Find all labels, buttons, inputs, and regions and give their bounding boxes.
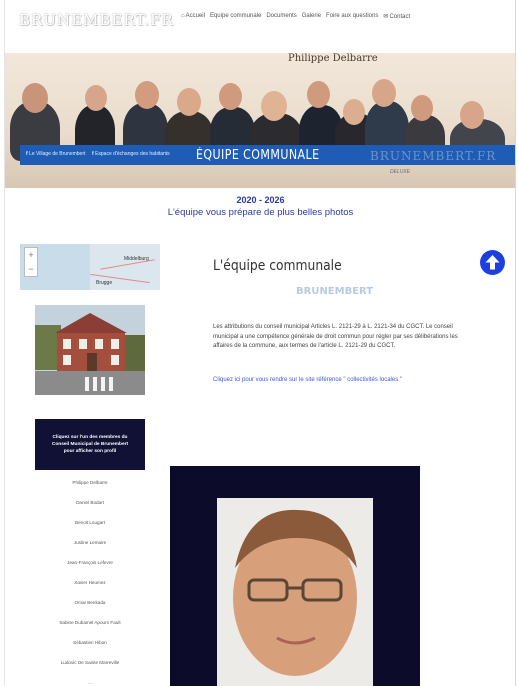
nav-item-equipe-communale[interactable]: Equipe communale [210,13,261,20]
banner-link-label: Le Village de Brunembert [29,151,86,157]
member-link[interactable]: Omar Benkada [35,600,145,621]
banner-watermark: BRUNEMBERT.FR [370,149,497,163]
banner-link-echanges[interactable]: f Espace d'échanges des habitants [92,151,170,157]
site-logo[interactable]: BRUNEMBERT.FR [19,11,174,29]
members-instructions: Cliquez sur l'un des membres du Conseil … [51,435,129,454]
nav-item-accueil[interactable]: ⌂Accueil [181,13,205,20]
scroll-to-top-button[interactable] [480,250,505,275]
banner-link-village[interactable]: f Le Village de Brunembert [26,151,85,157]
page: BRUNEMBERT.FR ⌂Accueil Equipe communale … [5,0,516,686]
members-panel-header: Cliquez sur l'un des membres du Conseil … [35,419,145,470]
home-icon: ⌂ [181,13,185,19]
zoom-out-button[interactable]: − [25,262,37,276]
banner-signature: Philippe Delbarre [288,53,378,64]
site-header: BRUNEMBERT.FR ⌂Accueil Equipe communale … [5,0,516,52]
member-link[interactable]: Ludovic De Sainte Marreville [35,660,145,681]
map-label-brugge: Brugge [96,280,113,286]
member-link[interactable]: Benoit Lougart [35,520,145,541]
nav-item-documents[interactable]: Documents [266,13,296,20]
location-map[interactable]: + − Middelburg Brugge [20,244,160,290]
member-link[interactable]: Justine Lemaire [35,540,145,561]
banner-title: ÉQUIPE COMMUNALE [196,148,320,163]
shirt-print: DELUXE [390,169,411,175]
page-subtitle: BRUNEMBERT [296,286,374,297]
nav-item-galerie[interactable]: Galerie [302,13,321,20]
members-list: Philippe Delbarre Daniel Bodart Benoit L… [35,480,145,686]
nav-item-contact[interactable]: ✉Contact [383,13,410,20]
nav-item-faq[interactable]: Foire aux questions [326,13,378,20]
nav-label: Accueil [185,13,205,19]
council-description: Les attributions du conseil municipal Ar… [213,324,458,349]
map-label-middelburg: Middelburg [124,256,149,262]
member-link[interactable]: Philippe Delbarre [35,480,145,501]
member-link[interactable]: Sébastien Hibon [35,640,145,661]
main-nav: ⌂Accueil Equipe communale Documents Gale… [181,13,410,20]
member-portrait [217,498,373,686]
member-link[interactable]: Daniel Bodart [35,500,145,521]
banner-link-label: Espace d'échanges des habitants [95,151,170,157]
member-link[interactable]: ... [35,680,145,686]
nav-label: Contact [389,14,411,20]
zoom-in-button[interactable]: + [25,248,37,262]
headline-subtitle: L'équipe vous prépare de plus belles pho… [167,207,354,218]
envelope-icon: ✉ [383,14,389,20]
team-banner: Philippe Delbarre WWW.BRUNE [5,53,516,188]
mandate-years: 2020 - 2026 [236,195,285,205]
map-zoom-control[interactable]: + − [24,247,38,277]
arrow-up-icon [485,255,500,270]
facebook-icon: f [92,151,94,157]
member-link[interactable]: Xavier Heumez [35,580,145,601]
facebook-icon: f [26,151,28,157]
member-link[interactable]: Jean-François Lefevre [35,560,145,581]
member-link[interactable]: Sabine Dubamel Apourn Fault [35,620,145,641]
banner-title-strip: f Le Village de Brunembert f Espace d'éc… [20,145,516,165]
town-hall-illustration [35,305,145,395]
collectivites-link[interactable]: Cliquez ici pour vous rendre sur le site… [213,377,402,383]
town-hall-photo [35,305,145,395]
portrait-illustration [217,498,373,686]
page-title: L'équipe communale [213,258,342,274]
